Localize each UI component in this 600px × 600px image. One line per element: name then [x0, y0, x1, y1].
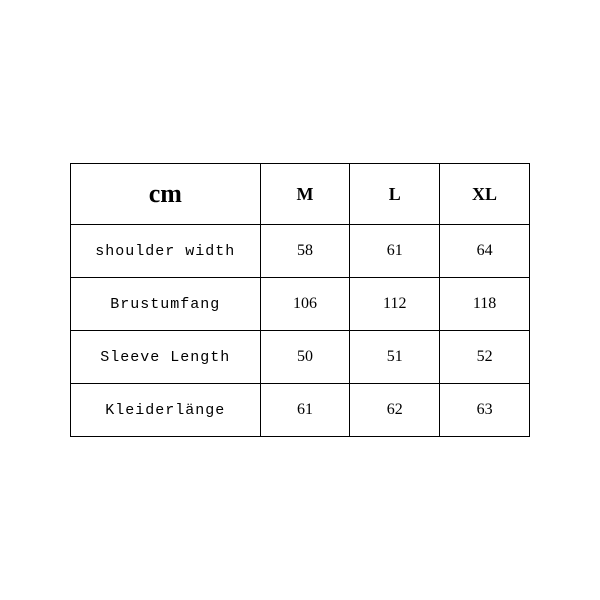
cell-value: 61 [350, 225, 440, 278]
row-label: Brustumfang [71, 278, 261, 331]
table-row: Kleiderlänge 61 62 63 [71, 384, 530, 437]
size-header-m: M [260, 164, 350, 225]
row-label: shoulder width [71, 225, 261, 278]
cell-value: 50 [260, 331, 350, 384]
cell-value: 61 [260, 384, 350, 437]
row-label: Kleiderlänge [71, 384, 261, 437]
cell-value: 106 [260, 278, 350, 331]
table-header-row: cm M L XL [71, 164, 530, 225]
size-header-l: L [350, 164, 440, 225]
cell-value: 62 [350, 384, 440, 437]
size-header-xl: XL [440, 164, 530, 225]
cell-value: 52 [440, 331, 530, 384]
table-row: Brustumfang 106 112 118 [71, 278, 530, 331]
table-row: Sleeve Length 50 51 52 [71, 331, 530, 384]
row-label: Sleeve Length [71, 331, 261, 384]
cell-value: 63 [440, 384, 530, 437]
size-chart-table: cm M L XL shoulder width 58 61 64 Brustu… [70, 163, 530, 437]
cell-value: 58 [260, 225, 350, 278]
cell-value: 51 [350, 331, 440, 384]
table-row: shoulder width 58 61 64 [71, 225, 530, 278]
cell-value: 118 [440, 278, 530, 331]
cell-value: 64 [440, 225, 530, 278]
cell-value: 112 [350, 278, 440, 331]
unit-header: cm [71, 164, 261, 225]
